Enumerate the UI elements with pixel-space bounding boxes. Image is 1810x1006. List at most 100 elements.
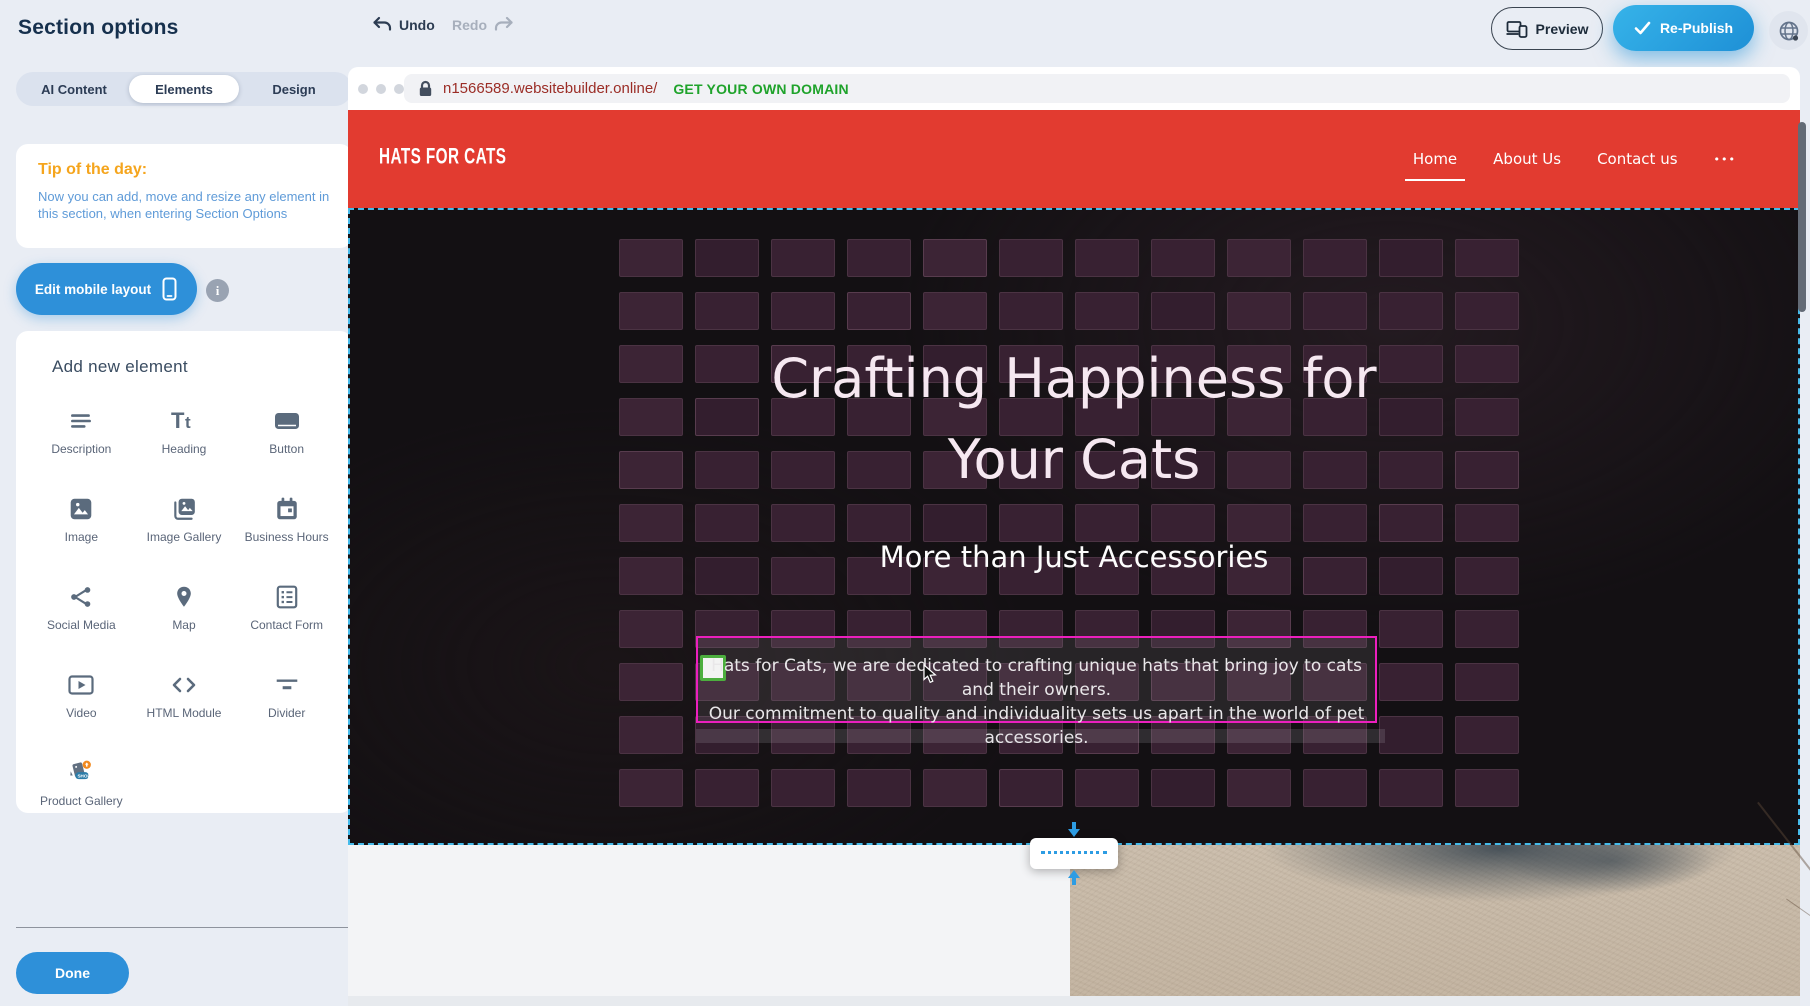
wall-tile	[619, 239, 683, 277]
wall-tile	[1455, 663, 1519, 701]
element-html-module[interactable]: HTML Module	[133, 663, 236, 741]
selected-text-element[interactable]: Hats for Cats, we are dedicated to craft…	[696, 636, 1377, 723]
wall-tile	[1303, 504, 1367, 542]
wall-tile	[619, 504, 683, 542]
wall-tile	[619, 716, 683, 754]
preview-label: Preview	[1536, 21, 1589, 37]
wall-tile	[1303, 292, 1367, 330]
wall-tile	[1151, 239, 1215, 277]
element-divider[interactable]: Divider	[235, 663, 338, 741]
app-root: Section options Undo Redo Preview Re-Pub…	[0, 0, 1810, 1006]
wall-tile	[1379, 716, 1443, 754]
check-icon	[1634, 21, 1651, 35]
nav-contact-us[interactable]: Contact us	[1597, 150, 1677, 168]
add-new-element-panel: Add new element Description Tt Heading B…	[16, 331, 352, 813]
address-bar[interactable]: n1566589.websitebuilder.online/ GET YOUR…	[404, 74, 1790, 103]
wall-tile	[1379, 504, 1443, 542]
product-gallery-icon: SHOP	[67, 759, 95, 787]
wall-tile	[999, 769, 1063, 807]
hero-section-selected[interactable]: Crafting Happiness for Your Cats More th…	[348, 208, 1800, 845]
wall-tile	[1455, 769, 1519, 807]
undo-button[interactable]: Undo	[372, 16, 435, 34]
button-icon	[273, 407, 301, 435]
wall-tile	[999, 504, 1063, 542]
preview-button[interactable]: Preview	[1491, 7, 1603, 50]
edit-mobile-label: Edit mobile layout	[35, 282, 151, 297]
info-button[interactable]: i	[206, 279, 229, 302]
redo-label: Redo	[452, 17, 487, 33]
redo-icon	[494, 16, 514, 34]
floor-crack-line	[1786, 899, 1810, 1003]
wall-tile	[695, 239, 759, 277]
tab-ai-content[interactable]: AI Content	[19, 75, 129, 103]
wall-tile	[619, 769, 683, 807]
tab-design[interactable]: Design	[239, 75, 349, 103]
svg-text:t: t	[185, 413, 191, 432]
page-title: Section options	[18, 16, 179, 40]
wall-tile	[1303, 769, 1367, 807]
section-resize-handle[interactable]	[1030, 838, 1118, 869]
element-product-gallery[interactable]: SHOP Product Gallery	[30, 751, 133, 829]
tip-of-the-day-card: Tip of the day: Now you can add, move an…	[16, 144, 352, 248]
shop-badge: SHOP	[78, 773, 91, 778]
get-domain-link[interactable]: GET YOUR OWN DOMAIN	[673, 81, 848, 97]
republish-button[interactable]: Re-Publish	[1613, 5, 1754, 51]
wall-tile	[771, 504, 835, 542]
wall-tile	[1455, 610, 1519, 648]
wall-tile	[1303, 239, 1367, 277]
edit-mobile-layout-button[interactable]: Edit mobile layout	[16, 263, 197, 315]
nav-active-underline	[1405, 179, 1465, 182]
wall-tile	[1379, 769, 1443, 807]
wall-tile	[1455, 504, 1519, 542]
hero-subheading[interactable]: More than Just Accessories	[350, 540, 1798, 574]
undo-icon	[372, 16, 392, 34]
nav-more-button[interactable]: •••	[1714, 153, 1736, 166]
wall-tile	[1455, 292, 1519, 330]
code-icon	[170, 671, 198, 699]
heading-icon: Tt	[170, 407, 198, 435]
tab-elements[interactable]: Elements	[129, 75, 239, 103]
map-pin-icon	[170, 583, 198, 611]
wall-tile	[847, 239, 911, 277]
element-button[interactable]: Button	[235, 399, 338, 477]
element-image[interactable]: Image	[30, 487, 133, 565]
element-image-gallery[interactable]: Image Gallery	[133, 487, 236, 565]
lock-icon	[418, 80, 433, 97]
nav-home[interactable]: Home	[1413, 150, 1457, 168]
element-video[interactable]: Video	[30, 663, 133, 741]
wall-tile	[695, 292, 759, 330]
page-scrollbar-thumb[interactable]	[1798, 122, 1806, 312]
arrow-down-icon	[1068, 829, 1080, 837]
add-element-title: Add new element	[30, 357, 338, 377]
tip-title: Tip of the day:	[38, 161, 330, 179]
wall-tile	[923, 292, 987, 330]
phone-icon	[161, 277, 178, 301]
wall-tile	[695, 504, 759, 542]
wall-tile	[1151, 292, 1215, 330]
wall-tile	[999, 292, 1063, 330]
wall-tile	[619, 610, 683, 648]
hero-heading[interactable]: Crafting Happiness for Your Cats	[350, 338, 1798, 500]
wall-tile	[847, 292, 911, 330]
divider-icon	[273, 671, 301, 699]
done-button[interactable]: Done	[16, 952, 129, 994]
element-contact-form[interactable]: Contact Form	[235, 575, 338, 653]
element-map[interactable]: Map	[133, 575, 236, 653]
tip-body: Now you can add, move and resize any ele…	[38, 188, 330, 222]
wall-tile	[1379, 663, 1443, 701]
nav-about-us[interactable]: About Us	[1493, 150, 1561, 168]
element-description[interactable]: Description	[30, 399, 133, 477]
redo-button[interactable]: Redo	[452, 16, 514, 34]
wall-tile	[923, 504, 987, 542]
element-heading[interactable]: Tt Heading	[133, 399, 236, 477]
description-icon	[67, 407, 95, 435]
wall-tile	[619, 292, 683, 330]
wall-tile	[923, 239, 987, 277]
browser-chrome: n1566589.websitebuilder.online/ GET YOUR…	[348, 67, 1800, 110]
floor-image	[1070, 845, 1800, 1006]
wall-tile	[1227, 769, 1291, 807]
wall-tile	[1075, 292, 1139, 330]
element-business-hours[interactable]: Business Hours	[235, 487, 338, 565]
language-globe-button[interactable]	[1769, 11, 1808, 50]
element-social-media[interactable]: Social Media	[30, 575, 133, 653]
